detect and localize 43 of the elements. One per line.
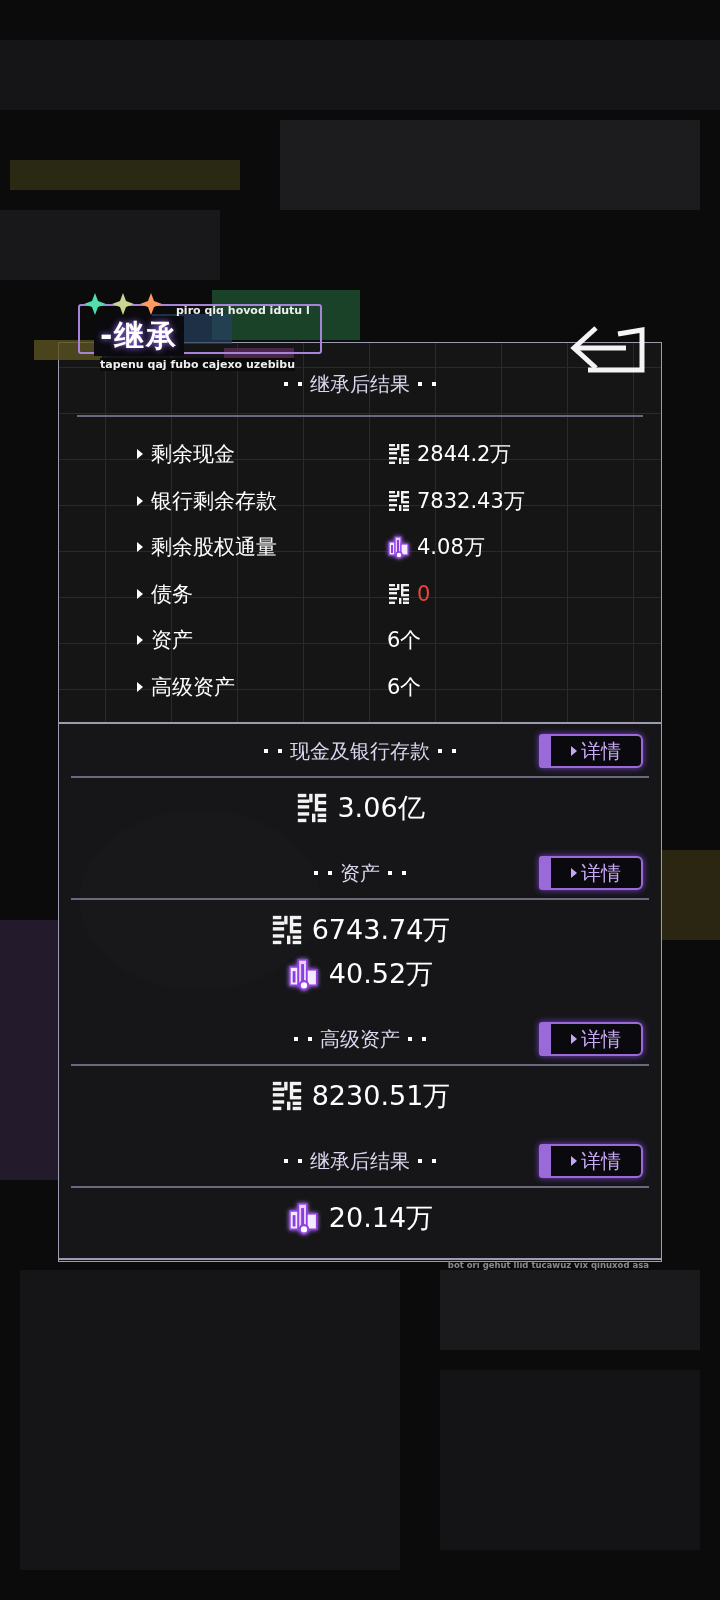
row-label: 债务 xyxy=(151,580,193,608)
amount-value: 8230.51万 xyxy=(311,1079,451,1113)
row-label: 银行剩余存款 xyxy=(151,487,277,515)
row-label: 剩余股权通量 xyxy=(151,534,277,562)
amount-value: 6743.74万 xyxy=(311,913,451,947)
buildings-icon xyxy=(286,1201,321,1235)
section-title: 继承后结果 xyxy=(310,370,410,398)
details-button[interactable]: 详情 xyxy=(539,1144,643,1178)
buildings-icon xyxy=(387,535,411,560)
triangle-icon xyxy=(137,495,143,506)
section-title: 继承后结果 xyxy=(310,1147,410,1175)
row-label: 资产 xyxy=(151,627,193,655)
maze-icon xyxy=(387,488,411,513)
amount-value: 40.52万 xyxy=(328,957,434,991)
row-value: 6个 xyxy=(387,627,422,655)
details-button[interactable]: 详情 xyxy=(539,856,643,890)
row-value: 0 xyxy=(417,581,431,606)
details-button[interactable]: 详情 xyxy=(539,1022,643,1056)
caption-text: tapenu qaj fubo cajexo uzebibu xyxy=(100,358,295,371)
page-title: -继承 xyxy=(94,316,185,356)
section-title: 高级资产 xyxy=(320,1025,400,1053)
row-label: 剩余现金 xyxy=(151,441,235,469)
buildings-icon xyxy=(286,957,321,991)
row-value: 4.08万 xyxy=(417,534,485,562)
row-value: 6个 xyxy=(387,673,422,701)
caption-text: piro qiq hovod idutu l xyxy=(176,304,310,317)
sparkle-icon xyxy=(84,292,162,316)
details-button[interactable]: 详情 xyxy=(539,734,643,768)
row-value: 7832.43万 xyxy=(417,487,525,515)
row-value: 2844.2万 xyxy=(417,441,512,469)
section-title: 资产 xyxy=(340,859,380,887)
footer-text: bot ori gehut llid tucawuz vix qinuxod asa xyxy=(447,1260,649,1270)
triangle-icon xyxy=(137,635,143,646)
triangle-icon xyxy=(137,542,143,553)
amount-value: 20.14万 xyxy=(328,1201,434,1235)
maze-icon xyxy=(387,442,411,467)
triangle-icon xyxy=(137,681,143,692)
triangle-icon xyxy=(137,449,143,460)
row-label: 高级资产 xyxy=(151,673,235,701)
triangle-icon xyxy=(137,588,143,599)
amount-value: 3.06亿 xyxy=(337,791,425,825)
section-title: 现金及银行存款 xyxy=(290,737,430,765)
maze-icon xyxy=(387,581,411,606)
